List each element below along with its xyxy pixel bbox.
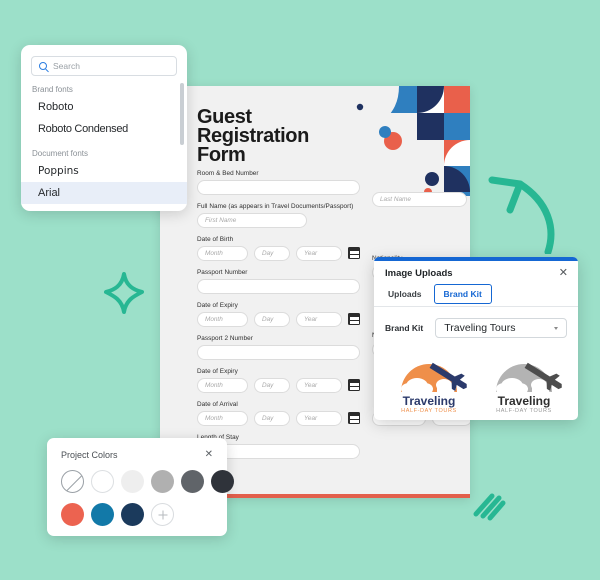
upload-tabs: Uploads Brand Kit: [374, 284, 578, 307]
field-date-of-expiry-1: Date of Expiry Month Day Year: [197, 302, 360, 327]
font-item-roboto-condensed[interactable]: Roboto Condensed: [21, 118, 187, 140]
font-section-brand-label: Brand fonts: [32, 85, 73, 94]
project-colors-panel[interactable]: Project Colors ✕: [47, 438, 234, 536]
field-date-of-birth: Date of Birth Month Day Year: [197, 236, 360, 261]
close-icon[interactable]: ✕: [559, 268, 568, 279]
field-label: Date of Arrival: [197, 401, 238, 408]
field-date-of-arrival: Date of Arrival Month Day Year: [197, 401, 360, 426]
sparkle-icon: [104, 272, 144, 319]
expiry2-day-input[interactable]: Day: [254, 378, 290, 393]
field-label: Date of Expiry: [197, 368, 238, 375]
editor-canvas: Guest Registration Form Room & Bed Numbe…: [0, 0, 600, 580]
swatch-light-gray[interactable]: [121, 470, 144, 493]
font-item-poppins[interactable]: Poppins: [21, 160, 187, 182]
first-name-input[interactable]: First Name: [197, 213, 307, 228]
form-left-column: Room & Bed Number Full Name (as appears …: [197, 170, 360, 467]
swatch-dark-gray[interactable]: [181, 470, 204, 493]
calendar-icon[interactable]: [348, 379, 360, 391]
swatch-row-neutrals: [61, 470, 234, 493]
field-passport-number: Passport Number: [197, 269, 360, 294]
field-room-bed-number: Room & Bed Number: [197, 170, 360, 195]
brand-kit-label: Brand Kit: [385, 323, 424, 333]
calendar-icon[interactable]: [348, 412, 360, 424]
curved-arrow-icon: [486, 158, 570, 259]
field-label: Passport 2 Number: [197, 335, 253, 342]
image-uploads-panel[interactable]: Image Uploads ✕ Uploads Brand Kit Brand …: [374, 257, 578, 420]
speed-lines-icon: [470, 490, 506, 527]
brand-kit-value: Traveling Tours: [444, 322, 516, 334]
swatch-row-brand: [61, 503, 213, 526]
font-search-box[interactable]: Search: [31, 56, 177, 76]
tab-brand-kit[interactable]: Brand Kit: [433, 284, 492, 304]
page-title: Guest Registration Form: [197, 106, 309, 166]
font-list-scrollbar[interactable]: [180, 83, 184, 145]
swatch-white[interactable]: [91, 470, 114, 493]
field-label: Date of Expiry: [197, 302, 238, 309]
font-item-roboto[interactable]: Roboto: [21, 96, 187, 118]
field-label: Room & Bed Number: [197, 170, 259, 177]
field-label: Full Name (as appears in Travel Document…: [197, 203, 354, 210]
chevron-down-icon: [554, 326, 558, 330]
swatch-mid-gray[interactable]: [151, 470, 174, 493]
expiry1-month-input[interactable]: Month: [197, 312, 248, 327]
passport-number-input[interactable]: [197, 279, 360, 294]
field-label: Date of Birth: [197, 236, 234, 243]
arrival-year-input[interactable]: Year: [296, 411, 342, 426]
field-last-name: Last Name: [372, 192, 470, 207]
brand-kit-select[interactable]: Traveling Tours: [435, 318, 567, 338]
project-colors-title: Project Colors: [61, 450, 118, 460]
passport2-number-input[interactable]: [197, 345, 360, 360]
field-label: Passport Number: [197, 269, 248, 276]
swatch-navy[interactable]: [121, 503, 144, 526]
search-icon: [39, 62, 47, 70]
expiry1-day-input[interactable]: Day: [254, 312, 290, 327]
brand-logo-list: Traveling HALF-DAY TOURS Traveling HALF-…: [374, 338, 578, 416]
brand-logo-grayscale[interactable]: Traveling HALF-DAY TOURS: [479, 348, 568, 416]
search-input[interactable]: Search: [53, 61, 80, 71]
swatch-coral[interactable]: [61, 503, 84, 526]
brand-logo-color[interactable]: Traveling HALF-DAY TOURS: [384, 348, 473, 416]
field-passport2-number: Passport 2 Number: [197, 335, 360, 360]
font-picker-panel[interactable]: Search Brand fonts Roboto Roboto Condens…: [21, 45, 187, 211]
calendar-icon[interactable]: [348, 313, 360, 325]
expiry1-year-input[interactable]: Year: [296, 312, 342, 327]
field-date-of-expiry-2: Date of Expiry Month Day Year: [197, 368, 360, 393]
swatch-near-black[interactable]: [211, 470, 234, 493]
font-item-arial[interactable]: Arial: [21, 182, 187, 204]
field-full-name: Full Name (as appears in Travel Document…: [197, 203, 360, 228]
logo-tagline: HALF-DAY TOURS: [401, 408, 457, 414]
dob-month-input[interactable]: Month: [197, 246, 248, 261]
expiry2-year-input[interactable]: Year: [296, 378, 342, 393]
dob-day-input[interactable]: Day: [254, 246, 290, 261]
swatch-none[interactable]: [61, 470, 84, 493]
logo-tagline: HALF-DAY TOURS: [496, 408, 552, 414]
font-section-document-label: Document fonts: [32, 149, 89, 158]
calendar-icon[interactable]: [348, 247, 360, 259]
logo-name: Traveling: [402, 394, 455, 408]
arrival-month-input[interactable]: Month: [197, 411, 248, 426]
arrival-day-input[interactable]: Day: [254, 411, 290, 426]
logo-name: Traveling: [497, 394, 550, 408]
image-uploads-title: Image Uploads: [385, 268, 453, 279]
dob-year-input[interactable]: Year: [296, 246, 342, 261]
close-icon[interactable]: ✕: [205, 450, 213, 460]
swatch-teal-blue[interactable]: [91, 503, 114, 526]
room-bed-number-input[interactable]: [197, 180, 360, 195]
tab-uploads[interactable]: Uploads: [385, 284, 430, 306]
last-name-input[interactable]: Last Name: [372, 192, 467, 207]
add-color-button[interactable]: [151, 503, 174, 526]
expiry2-month-input[interactable]: Month: [197, 378, 248, 393]
